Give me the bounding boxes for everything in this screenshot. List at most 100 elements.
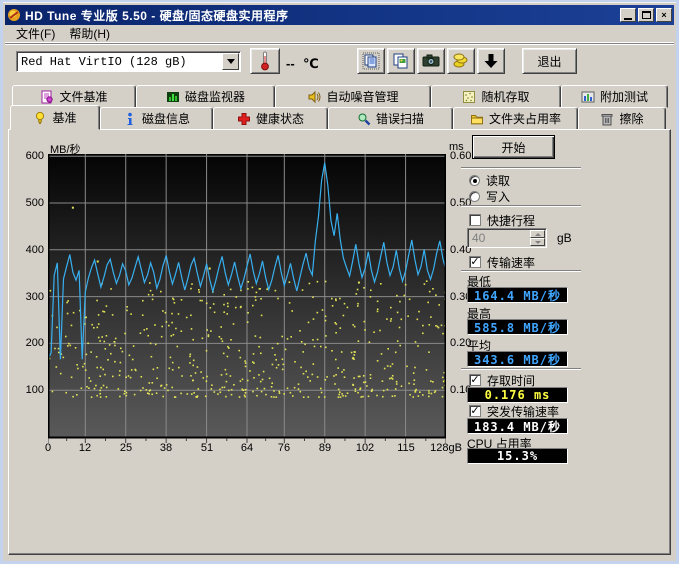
max-speed-value: 585.8 MB/秒 — [474, 319, 561, 336]
radio-icon — [469, 191, 480, 202]
drive-select[interactable]: Red Hat VirtIO (128 gB) — [16, 51, 241, 72]
tab-disk-monitor[interactable]: 磁盘监视器 — [136, 85, 275, 108]
menu-help[interactable]: 帮助(H) — [62, 23, 117, 44]
tab-disk-info[interactable]: 磁盘信息 — [100, 107, 213, 130]
y-left-tick: 200 — [14, 337, 44, 349]
y-right-tick: 0.60 — [450, 150, 471, 162]
tab-label: 错误扫描 — [376, 110, 424, 127]
access-time-checkbox[interactable]: ✓ 存取时间 — [469, 373, 535, 387]
checkbox-checked-icon: ✓ — [469, 256, 481, 268]
burst-rate-value: 183.4 MB/秒 — [474, 418, 561, 435]
close-button[interactable]: × — [656, 8, 672, 22]
copy-screenshot-button[interactable] — [387, 48, 415, 74]
tab-benchmark[interactable]: 基准 — [10, 105, 100, 130]
maximize-button[interactable] — [638, 8, 654, 22]
menu-bar: 文件(F) 帮助(H) — [5, 25, 674, 43]
transfer-rate-checkbox[interactable]: ✓ 传输速率 — [469, 255, 535, 269]
start-button-label: 开始 — [501, 139, 525, 156]
avg-speed-value: 343.6 MB/秒 — [474, 351, 561, 368]
read-radio-label: 读取 — [486, 172, 510, 189]
copy-icon — [362, 52, 380, 70]
cpu-usage-value: 15.3% — [497, 449, 538, 463]
tab-erase[interactable]: 擦除 — [578, 107, 666, 130]
random-access-icon — [462, 90, 476, 104]
temperature-value: -- — [286, 56, 295, 71]
checkbox-checked-icon: ✓ — [469, 374, 481, 386]
submit-results-button[interactable] — [447, 48, 475, 74]
tab-row-secondary: 文件基准 磁盘监视器 自动噪音管理 随机 — [12, 85, 668, 108]
download-button[interactable] — [477, 48, 505, 74]
temperature-button[interactable] — [250, 48, 280, 74]
window-title: HD Tune 专业版 5.50 - 硬盘/固态硬盘实用程序 — [25, 7, 288, 24]
camera-icon — [422, 52, 440, 70]
checkbox-checked-icon: ✓ — [469, 405, 481, 417]
tab-health[interactable]: 健康状态 — [213, 107, 328, 130]
temperature-unit: ℃ — [303, 56, 319, 72]
tab-extra-tests[interactable]: 附加测试 — [561, 85, 668, 108]
tab-folder-usage[interactable]: 文件夹占用率 — [453, 107, 578, 130]
tab-label: 文件基准 — [59, 88, 107, 105]
max-speed-display: 585.8 MB/秒 — [467, 319, 568, 335]
folder-icon — [470, 112, 484, 126]
y-left-tick: 100 — [14, 384, 44, 396]
spin-up-button[interactable] — [530, 230, 545, 238]
write-radio[interactable]: 写入 — [469, 189, 510, 203]
access-time-label: 存取时间 — [487, 372, 535, 389]
tab-random-access[interactable]: 随机存取 — [431, 85, 561, 108]
info-icon — [123, 112, 137, 126]
separator — [461, 270, 581, 272]
tab-label: 擦除 — [619, 110, 643, 127]
download-icon — [482, 52, 500, 70]
erase-icon — [600, 112, 614, 126]
short-stroke-size-stepper[interactable]: 40 — [467, 228, 547, 248]
min-speed-display: 164.4 MB/秒 — [467, 287, 568, 303]
toolbar: Red Hat VirtIO (128 gB) -- ℃ — [5, 43, 674, 80]
benchmark-icon — [33, 111, 47, 125]
tab-row-primary: 基准 磁盘信息 健康状态 错误扫描 — [10, 107, 666, 130]
file-benchmark-icon — [40, 90, 54, 104]
app-icon — [7, 8, 21, 22]
short-stroke-checkbox[interactable]: 快捷行程 — [469, 213, 535, 227]
burst-rate-display: 183.4 MB/秒 — [467, 418, 568, 434]
exit-button[interactable]: 退出 — [522, 48, 577, 74]
tab-label: 健康状态 — [256, 110, 304, 127]
error-scan-icon — [357, 112, 371, 126]
drive-select-dropdown-button[interactable] — [222, 53, 239, 70]
min-speed-value: 164.4 MB/秒 — [474, 287, 561, 304]
start-button[interactable]: 开始 — [472, 135, 555, 159]
tab-label: 随机存取 — [481, 88, 529, 105]
benchmark-plot — [48, 154, 446, 444]
separator — [461, 205, 581, 207]
burst-rate-checkbox[interactable]: ✓ 突发传输速率 — [469, 404, 559, 418]
transfer-rate-label: 传输速率 — [487, 254, 535, 271]
y-left-tick: 500 — [14, 197, 44, 209]
y-left-tick: 400 — [14, 244, 44, 256]
tab-label: 磁盘信息 — [142, 110, 190, 127]
checkbox-icon — [469, 214, 481, 226]
access-time-value: 0.176 ms — [485, 388, 551, 402]
copy-text-button[interactable] — [357, 48, 385, 74]
read-radio[interactable]: 读取 — [469, 173, 510, 187]
title-bar: HD Tune 专业版 5.50 - 硬盘/固态硬盘实用程序 × — [5, 5, 674, 25]
chevron-down-icon — [227, 59, 235, 64]
speaker-icon — [307, 90, 321, 104]
screenshot-button[interactable] — [417, 48, 445, 74]
tab-label: 附加测试 — [600, 88, 648, 105]
extra-tests-icon — [581, 90, 595, 104]
tab-error-scan[interactable]: 错误扫描 — [328, 107, 453, 130]
minimize-button[interactable] — [620, 8, 636, 22]
tab-label: 自动噪音管理 — [326, 88, 398, 105]
avg-speed-display: 343.6 MB/秒 — [467, 351, 568, 367]
short-stroke-unit: gB — [557, 231, 572, 245]
window-body: HD Tune 专业版 5.50 - 硬盘/固态硬盘实用程序 × 文件(F) 帮… — [3, 2, 676, 561]
app-window: HD Tune 专业版 5.50 - 硬盘/固态硬盘实用程序 × 文件(F) 帮… — [0, 0, 679, 564]
thermometer-icon — [259, 51, 271, 71]
menu-file[interactable]: 文件(F) — [9, 23, 62, 44]
spin-down-button[interactable] — [530, 238, 545, 246]
separator — [461, 167, 581, 169]
tab-aam[interactable]: 自动噪音管理 — [275, 85, 431, 108]
exit-button-label: 退出 — [537, 53, 561, 70]
tab-label: 磁盘监视器 — [185, 88, 245, 105]
write-radio-label: 写入 — [486, 188, 510, 205]
benchmark-page: MB/秒 ms 600500400300200100 0.600.500.400… — [8, 129, 671, 555]
